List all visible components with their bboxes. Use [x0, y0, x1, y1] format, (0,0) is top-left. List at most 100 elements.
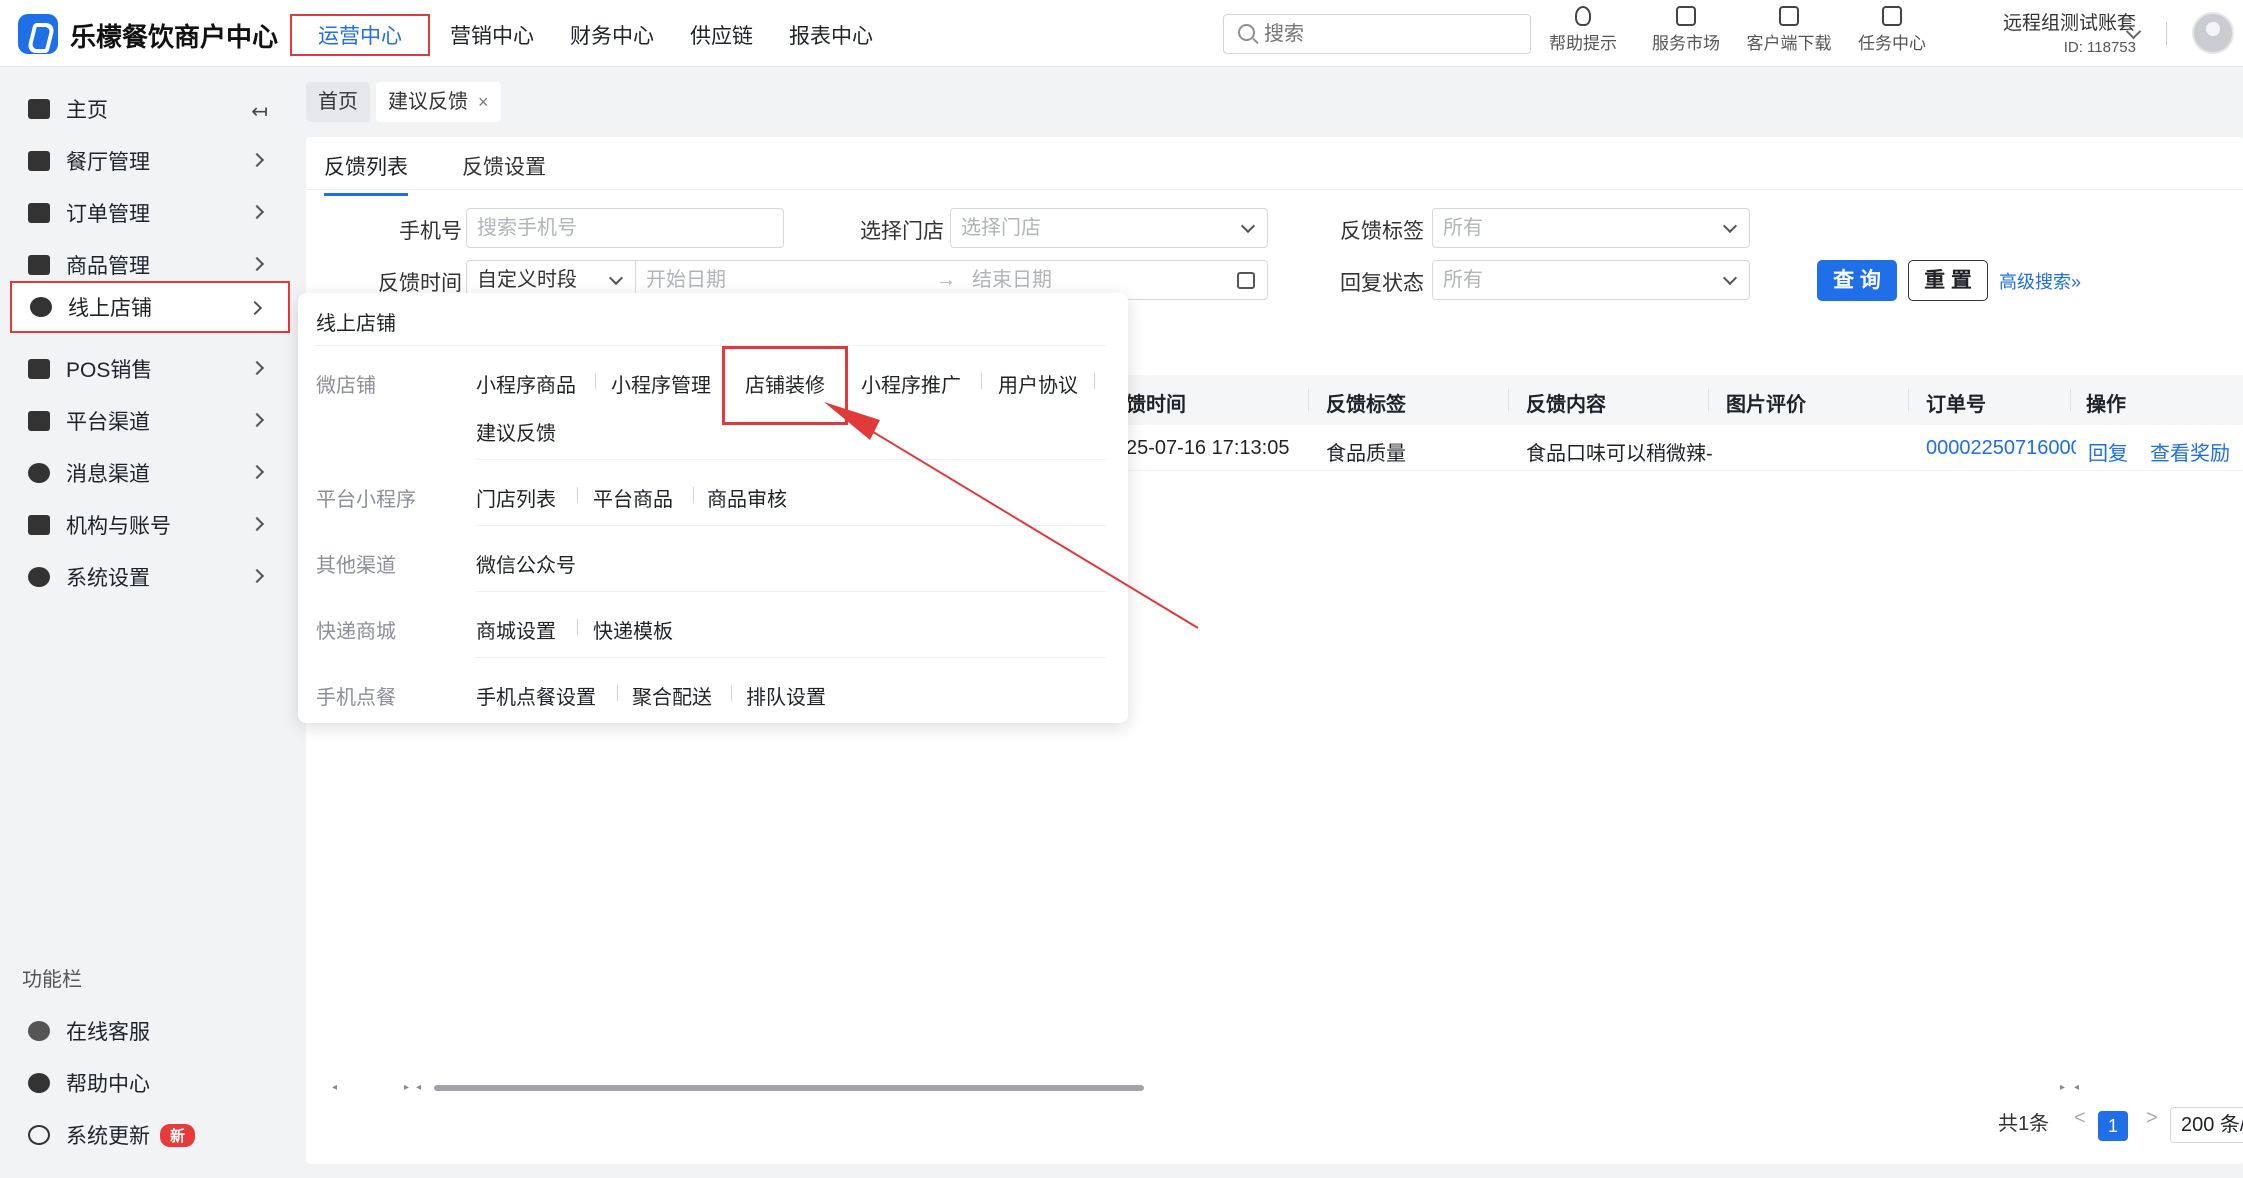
reset-button[interactable]: 重 置: [1908, 260, 1988, 301]
avatar[interactable]: [2192, 12, 2234, 54]
top-nav-marketing[interactable]: 营销中心: [434, 14, 550, 56]
divider: [2166, 22, 2167, 46]
task-center-label: 任务中心: [1858, 34, 1926, 53]
sidebar-item-label: 餐厅管理: [66, 151, 150, 174]
feedback-tag-label: 反馈标签: [1340, 220, 1424, 243]
menu-item-queue-settings[interactable]: 排队设置: [746, 681, 826, 710]
top-bar: 乐檬餐饮商户中心 运营中心 营销中心 财务中心 供应链 报表中心 帮助提示 服务…: [0, 0, 2243, 67]
sidebar-item-pos-sales[interactable]: POS销售: [10, 343, 290, 395]
menu-item-mobile-order-settings[interactable]: 手机点餐设置: [476, 681, 596, 710]
menu-item-wechat-official[interactable]: 微信公众号: [476, 549, 576, 578]
scroll-left-icon[interactable]: ◂: [416, 1082, 421, 1093]
chevron-right-icon: [249, 516, 265, 532]
search-input[interactable]: [1264, 21, 1514, 47]
menu-item-miniapp-promotion[interactable]: 小程序推广: [861, 369, 961, 398]
tab-home[interactable]: 首页: [306, 82, 370, 122]
menu-item-platform-products[interactable]: 平台商品: [593, 483, 673, 512]
page-size-select[interactable]: 200 条/页: [2170, 1107, 2243, 1143]
menu-item-product-review[interactable]: 商品审核: [707, 483, 787, 512]
scroll-right-icon[interactable]: ▸: [2060, 1082, 2065, 1093]
help-center-item[interactable]: 帮助中心: [10, 1057, 290, 1109]
column-header-image: 图片评价: [1726, 394, 1806, 416]
start-date-placeholder: 开始日期: [646, 269, 726, 291]
menu-item-user-agreement[interactable]: 用户协议: [998, 369, 1078, 398]
question-icon: [28, 1073, 50, 1093]
prev-page-button[interactable]: <: [2074, 1107, 2086, 1130]
menu-item-miniapp-manage[interactable]: 小程序管理: [611, 369, 711, 398]
sidebar-item-org-accounts[interactable]: 机构与账号: [10, 499, 290, 551]
column-separator: [1308, 389, 1309, 411]
scrollbar-thumb[interactable]: [434, 1085, 1144, 1091]
sidebar-item-orders[interactable]: 订单管理: [10, 187, 290, 239]
menu-item-aggregate-delivery[interactable]: 聚合配送: [632, 681, 712, 710]
sidebar-item-label: POS销售: [66, 359, 153, 382]
store-placeholder: 选择门店: [961, 217, 1041, 239]
sidebar-item-home[interactable]: 主页 ↤: [10, 83, 290, 135]
sidebar-item-label: 订单管理: [66, 203, 150, 226]
top-nav-supply-chain[interactable]: 供应链: [674, 14, 769, 56]
chevron-right-icon: [249, 152, 265, 168]
horizontal-scrollbar[interactable]: ◂ ▸ ◂ ▸ ◂: [324, 1082, 2224, 1094]
column-header-time: 馈时间: [1126, 394, 1186, 416]
online-support-item[interactable]: 在线客服: [10, 1005, 290, 1057]
reply-status-label: 回复状态: [1340, 272, 1424, 295]
top-nav-finance[interactable]: 财务中心: [554, 14, 670, 56]
reply-status-select[interactable]: 所有: [1432, 260, 1750, 300]
sidebar-item-platform-channels[interactable]: 平台渠道: [10, 395, 290, 447]
divider: [617, 685, 618, 701]
page-tabs: 首页 建议反馈 ×: [306, 82, 507, 122]
view-reward-link[interactable]: 查看奖励: [2150, 437, 2230, 466]
query-button[interactable]: 查 询: [1817, 260, 1897, 301]
scroll-right-icon[interactable]: ▸: [404, 1082, 409, 1093]
menu-item-store-list[interactable]: 门店列表: [476, 483, 556, 512]
menu-item-miniapp-products[interactable]: 小程序商品: [476, 369, 576, 398]
divider: [476, 657, 1106, 658]
task-center-button[interactable]: 任务中心: [1847, 6, 1937, 54]
account-switcher[interactable]: 远程组测试账套 ID: 118753: [1980, 8, 2136, 56]
feedback-tag-select[interactable]: 所有: [1432, 208, 1750, 248]
sidebar-item-label: 系统设置: [66, 567, 150, 590]
top-nav-reports[interactable]: 报表中心: [773, 14, 889, 56]
client-download-button[interactable]: 客户端下载: [1744, 6, 1834, 54]
advanced-search-link[interactable]: 高级搜索»: [1999, 268, 2081, 294]
brand-name: 乐檬餐饮商户中心: [70, 22, 279, 52]
phone-placeholder: 搜索手机号: [477, 217, 577, 239]
reply-link[interactable]: 回复: [2088, 437, 2128, 466]
store-select[interactable]: 选择门店: [950, 208, 1268, 248]
sidebar-item-restaurant[interactable]: 餐厅管理: [10, 135, 290, 187]
top-nav-operations[interactable]: 运营中心: [290, 14, 430, 56]
divider: [1094, 373, 1095, 389]
menu-item-mall-settings[interactable]: 商城设置: [476, 615, 556, 644]
next-page-button[interactable]: >: [2146, 1107, 2158, 1130]
system-update-item[interactable]: 系统更新 新: [10, 1109, 290, 1161]
sidebar-item-label: 消息渠道: [66, 463, 150, 486]
brand-logo-icon: [18, 14, 58, 54]
close-icon[interactable]: ×: [478, 92, 489, 112]
sidebar-item-message-channels[interactable]: 消息渠道: [10, 447, 290, 499]
highlight-box: [722, 346, 848, 425]
sidebar-item-online-store[interactable]: 线上店铺: [10, 281, 290, 333]
sidebar: 主页 ↤ 餐厅管理 订单管理 商品管理 线上店铺 POS销售 平台渠道 消息渠道: [0, 67, 290, 1178]
order-number-link[interactable]: 00002250716000: [1926, 437, 2076, 460]
flyout-group-mobile-ordering: 手机点餐: [316, 687, 396, 709]
collapse-sidebar-icon[interactable]: ↤: [251, 99, 268, 124]
cart-icon: [28, 359, 50, 379]
scroll-left-icon[interactable]: ◂: [332, 1082, 337, 1093]
help-tips-button[interactable]: 帮助提示: [1538, 6, 1628, 54]
page-1-button[interactable]: 1: [2098, 1111, 2128, 1141]
store-label: 选择门店: [860, 220, 944, 243]
service-market-button[interactable]: 服务市场: [1641, 6, 1731, 54]
menu-item-express-template[interactable]: 快递模板: [593, 615, 673, 644]
scroll-left-icon[interactable]: ◂: [2074, 1082, 2079, 1093]
total-count: 共1条: [1998, 1113, 2050, 1135]
global-search[interactable]: [1223, 14, 1531, 54]
phone-input[interactable]: 搜索手机号: [466, 208, 784, 248]
calendar-icon: [1237, 272, 1255, 289]
chevron-right-icon: [249, 464, 265, 480]
tab-feedback[interactable]: 建议反馈 ×: [376, 82, 501, 122]
divider: [476, 459, 1106, 460]
sidebar-item-system-settings[interactable]: 系统设置: [10, 551, 290, 603]
menu-item-suggestion-feedback[interactable]: 建议反馈: [476, 417, 556, 446]
bank-icon: [28, 411, 50, 431]
flyout-group-micro-store: 微店铺: [316, 375, 376, 397]
